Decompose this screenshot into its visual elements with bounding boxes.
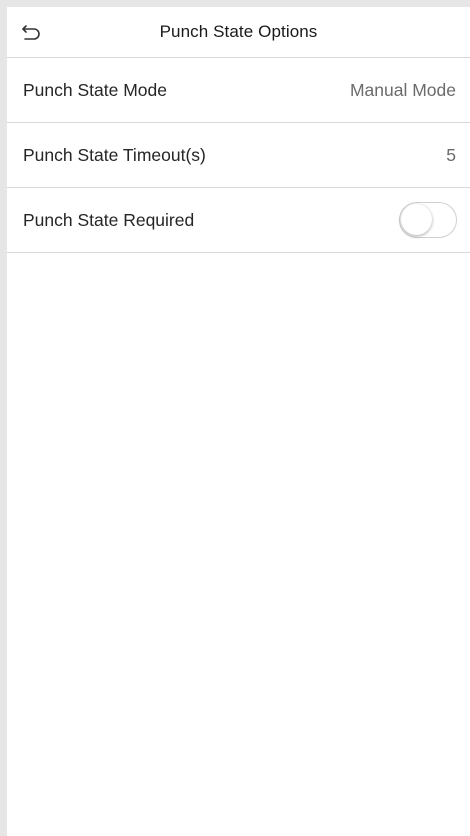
punch-state-mode-row[interactable]: Punch State Mode Manual Mode (7, 58, 470, 123)
punch-state-timeout-row[interactable]: Punch State Timeout(s) 5 (7, 123, 470, 188)
back-arrow-icon[interactable] (19, 20, 43, 44)
page-title: Punch State Options (159, 22, 318, 41)
punch-state-timeout-label: Punch State Timeout(s) (23, 144, 206, 165)
screen: Punch State Options Punch State Mode Man… (7, 7, 470, 836)
punch-state-required-toggle[interactable] (399, 202, 457, 238)
toggle-knob (401, 204, 432, 235)
punch-state-mode-value: Manual Mode (349, 79, 456, 100)
punch-state-required-row: Punch State Required (7, 188, 470, 253)
title-bar: Punch State Options (7, 7, 470, 58)
punch-state-required-label: Punch State Required (23, 209, 195, 230)
punch-state-timeout-value: 5 (446, 144, 456, 165)
punch-state-mode-label: Punch State Mode (23, 79, 167, 100)
